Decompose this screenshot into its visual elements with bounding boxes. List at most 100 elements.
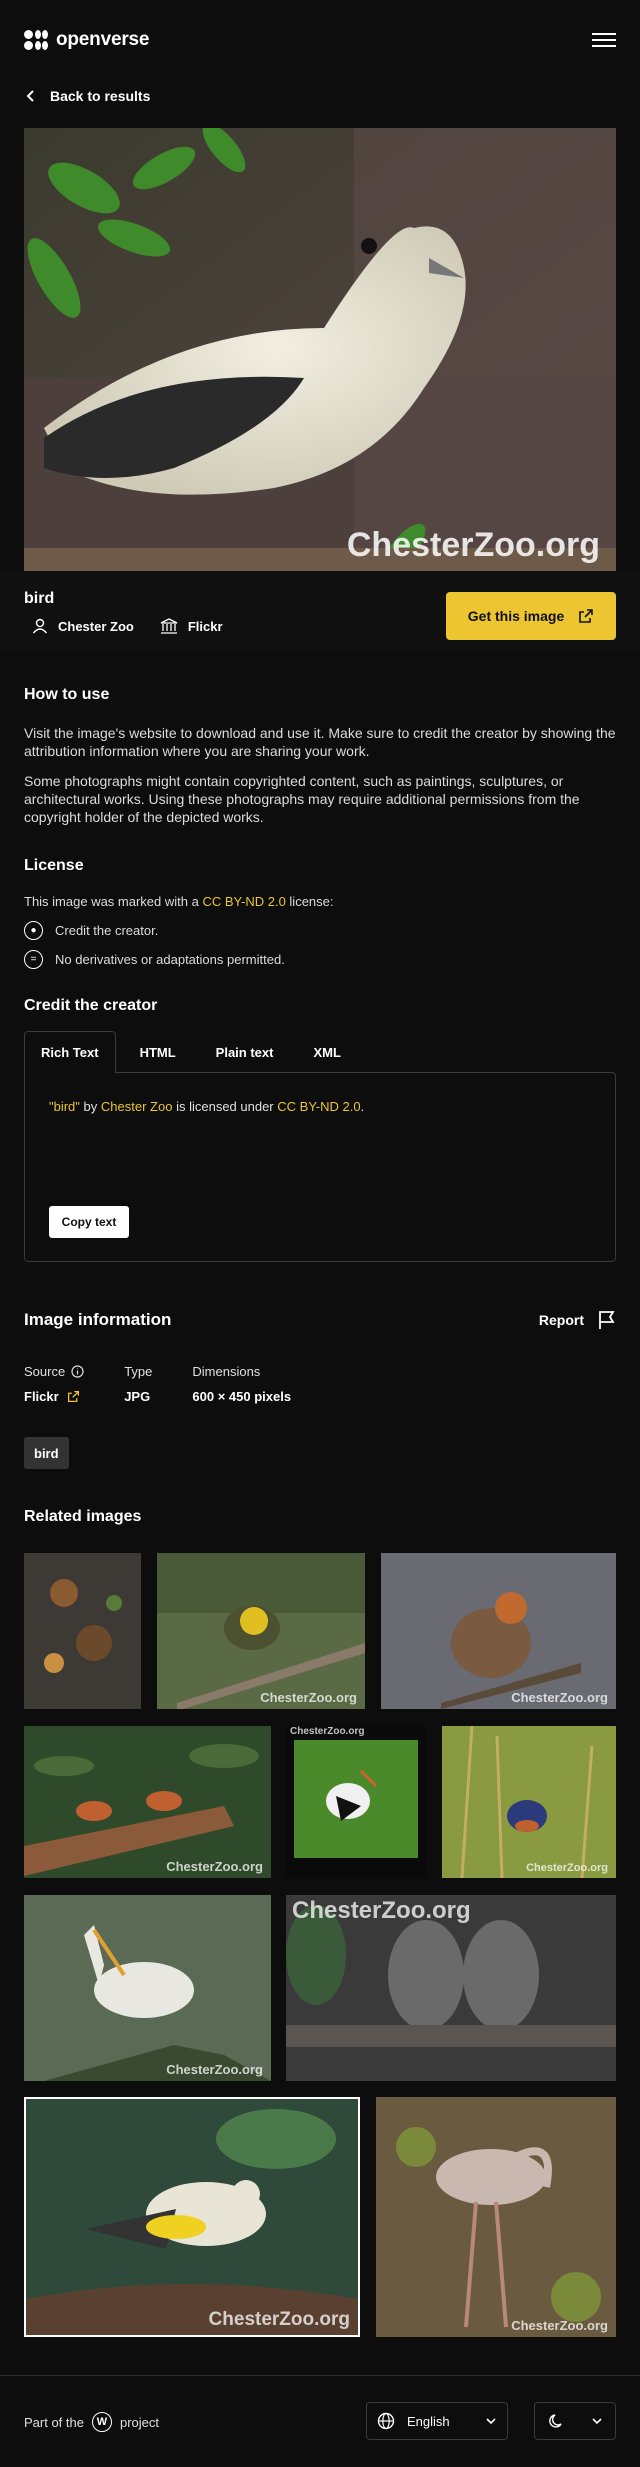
get-button-label: Get this image — [467, 608, 565, 624]
license-section: License This image was marked with a CC … — [24, 857, 616, 969]
cc-by-icon: ● — [24, 921, 43, 940]
get-this-image-button[interactable]: Get this image — [446, 592, 616, 640]
tile-watermark: ChesterZoo.org — [292, 1897, 471, 1924]
dimensions-label: Dimensions — [192, 1364, 261, 1379]
language-select[interactable]: English — [366, 2402, 508, 2440]
source-value: Flickr — [24, 1389, 59, 1404]
license-intro: This image was marked with a CC BY-ND 2.… — [24, 893, 616, 911]
dimensions-value: 600 × 450 pixels — [192, 1389, 292, 1404]
tab-plain-text[interactable]: Plain text — [200, 1031, 290, 1073]
footer-part-of: Part of the — [24, 2414, 84, 2430]
footer-project-label: project — [119, 2414, 160, 2430]
credit-by: by — [83, 1099, 98, 1114]
image-title: bird — [24, 590, 55, 607]
license-link[interactable]: CC BY-ND 2.0 — [202, 894, 285, 909]
person-icon — [32, 618, 48, 634]
header: openverse — [0, 0, 640, 80]
theme-select[interactable] — [534, 2402, 616, 2440]
info-icon[interactable] — [71, 1365, 84, 1378]
main-image[interactable]: ChesterZoo.org — [24, 128, 616, 571]
source-name: Flickr — [187, 618, 223, 634]
wordpress-icon[interactable]: W — [91, 2412, 112, 2432]
related-image[interactable]: ChesterZoo.org — [157, 1553, 365, 1709]
creator-link[interactable]: Chester Zoo — [32, 618, 134, 634]
related-image[interactable]: ChesterZoo.org — [286, 1726, 426, 1878]
tab-html[interactable]: HTML — [124, 1031, 192, 1073]
brand-name: openverse — [56, 29, 150, 50]
how-to-use-paragraph-2: Some photographs might contain copyright… — [24, 773, 580, 825]
creator-name: Chester Zoo — [58, 618, 134, 634]
tile-watermark: ChesterZoo.org — [208, 2309, 350, 2330]
report-button[interactable]: Report — [539, 1310, 616, 1330]
footer-project: Part of the W project — [24, 2412, 159, 2432]
license-intro-before: This image was marked with a — [24, 894, 199, 909]
tile-watermark: ChesterZoo.org — [511, 2318, 608, 2333]
cc-nd-icon: = — [24, 950, 43, 969]
back-label: Back to results — [50, 88, 151, 104]
tile-watermark: ChesterZoo.org — [290, 1726, 365, 1737]
flag-icon — [599, 1311, 615, 1329]
credit-heading: Credit the creator — [24, 997, 158, 1014]
moon-icon — [548, 2414, 562, 2428]
license-item-by: ● Credit the creator. — [24, 921, 616, 940]
credit-end: . — [360, 1099, 365, 1114]
openverse-logo-icon — [24, 30, 48, 50]
tile-watermark: ChesterZoo.org — [260, 1690, 357, 1705]
related-image[interactable]: ChesterZoo.org — [376, 2097, 616, 2337]
globe-icon — [377, 2412, 395, 2430]
related-image[interactable]: ChesterZoo.org — [24, 1726, 271, 1878]
credit-heading-wrap: Credit the creator — [24, 997, 616, 1015]
credit-title-link[interactable]: "bird" — [49, 1099, 80, 1114]
type-value: JPG — [124, 1389, 151, 1404]
license-intro-after: license: — [289, 894, 334, 909]
external-link-icon — [67, 1390, 79, 1403]
tile-watermark: ChesterZoo.org — [166, 1859, 263, 1874]
image-info-header: Image information Report — [24, 1310, 616, 1330]
back-to-results-link[interactable]: Back to results — [24, 84, 150, 108]
related-heading: Related images — [24, 1508, 142, 1525]
institution-icon — [160, 618, 178, 634]
source-link[interactable]: Flickr — [160, 618, 223, 634]
info-type: Type JPG — [124, 1364, 152, 1404]
tile-watermark: ChesterZoo.org — [166, 2062, 263, 2077]
credit-creator-link[interactable]: Chester Zoo — [101, 1099, 173, 1114]
related-image[interactable]: ChesterZoo.org — [286, 1895, 616, 2081]
license-item-label: No derivatives or adaptations permitted. — [55, 952, 285, 967]
tab-rich-text[interactable]: Rich Text — [24, 1031, 116, 1073]
image-meta: Chester Zoo Flickr — [32, 618, 223, 634]
hamburger-icon[interactable] — [592, 28, 616, 52]
openverse-logo[interactable]: openverse — [24, 29, 149, 51]
related-image[interactable] — [24, 1553, 141, 1709]
source-label: Source — [24, 1364, 66, 1379]
copy-text-button[interactable]: Copy text — [49, 1206, 129, 1238]
footer-divider — [0, 2375, 640, 2376]
related-image[interactable]: ChesterZoo.org — [442, 1726, 616, 1878]
credit-panel: "bird" by Chester Zoo is licensed under … — [24, 1072, 616, 1262]
license-item-label: Credit the creator. — [55, 923, 159, 938]
image-info-heading: Image information — [24, 1310, 172, 1329]
how-to-use-section: How to use Visit the image's website to … — [24, 686, 616, 826]
external-link-icon — [579, 609, 594, 623]
tile-watermark: ChesterZoo.org — [511, 1690, 608, 1705]
credit-mid: is licensed under — [176, 1099, 274, 1114]
chevron-left-icon — [26, 90, 34, 102]
how-to-use-paragraph-1: Visit the image's website to download an… — [24, 725, 616, 759]
how-to-use-heading: How to use — [24, 686, 110, 703]
type-label: Type — [124, 1364, 153, 1379]
info-dimensions: Dimensions 600 × 450 pixels — [192, 1364, 291, 1404]
image-watermark: ChesterZoo.org — [346, 526, 600, 564]
credit-text: "bird" by Chester Zoo is licensed under … — [49, 1099, 364, 1114]
source-value-link[interactable]: Flickr — [24, 1389, 84, 1404]
related-image[interactable]: ChesterZoo.org — [24, 1895, 271, 2081]
chevron-down-icon — [591, 2418, 602, 2425]
tag-bird[interactable]: bird — [24, 1437, 69, 1469]
license-heading: License — [24, 857, 84, 874]
tab-xml[interactable]: XML — [297, 1031, 356, 1073]
chevron-down-icon — [486, 2418, 496, 2425]
related-image[interactable]: ChesterZoo.org — [381, 1553, 616, 1709]
license-item-nd: = No derivatives or adaptations permitte… — [24, 950, 616, 969]
related-image[interactable]: ChesterZoo.org — [24, 2097, 360, 2337]
credit-license-link[interactable]: CC BY-ND 2.0 — [277, 1099, 360, 1114]
related-heading-wrap: Related images — [24, 1508, 616, 1526]
report-label: Report — [538, 1312, 584, 1328]
